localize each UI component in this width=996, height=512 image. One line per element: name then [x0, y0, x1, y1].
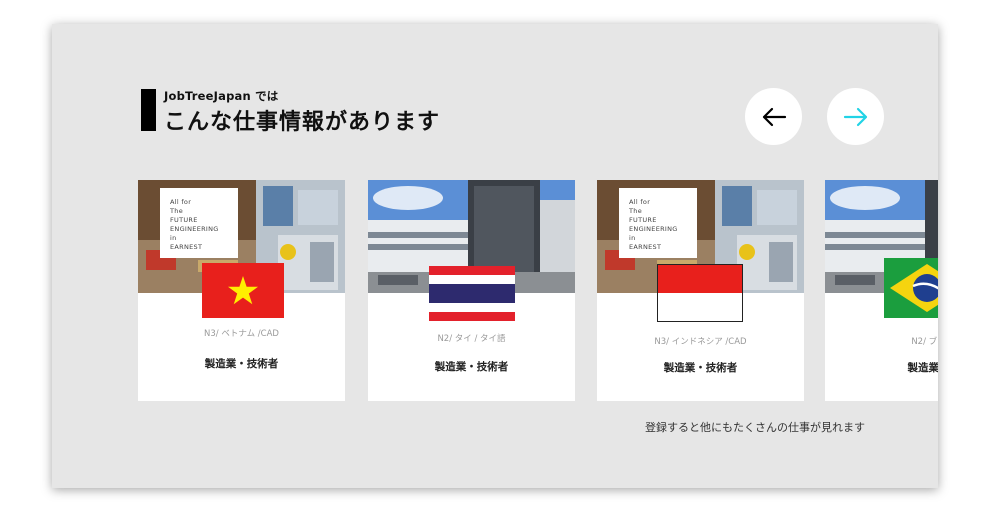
brazil-flag-icon — [884, 258, 938, 318]
section-title: こんな仕事情報があります — [164, 110, 441, 135]
job-card[interactable]: All for The FUTURE ENGINEERING in EARNES… — [597, 180, 804, 401]
arrow-left-icon — [762, 107, 786, 126]
job-card-meta: N3/ インドネシア /CAD — [654, 337, 747, 347]
jobs-carousel-panel: JobTreeJapan では こんな仕事情報があります All for The… — [52, 24, 938, 488]
job-card-meta: N3/ ベトナム /CAD — [204, 329, 279, 339]
poster-text-box: All for The FUTURE ENGINEERING in EARNES… — [619, 188, 697, 258]
section-subtitle: JobTreeJapan では — [164, 89, 279, 103]
title-accent-bar — [141, 89, 156, 131]
vietnam-flag-icon — [202, 263, 284, 318]
job-card-meta: N2/ ブラ — [911, 337, 938, 347]
job-card-title: 製造業・技術者 — [204, 358, 279, 370]
register-hint-text: 登録すると他にもたくさんの仕事が見れます — [645, 421, 865, 434]
job-card-title: 製造業・技術者 — [663, 362, 738, 374]
job-card-title: 製造業・技術者 — [434, 361, 509, 373]
job-card[interactable]: All for The FUTURE ENGINEERING in EARNES… — [138, 180, 345, 401]
arrow-right-icon — [843, 107, 867, 126]
job-card-meta: N2/ タイ / タイ語 — [437, 334, 506, 344]
thailand-flag-icon — [429, 266, 515, 321]
carousel-next-button[interactable] — [827, 88, 884, 145]
carousel-prev-button[interactable] — [745, 88, 802, 145]
job-card[interactable]: N2/ ブラ 製造業・ — [825, 180, 938, 401]
job-card[interactable]: N2/ タイ / タイ語 製造業・技術者 — [368, 180, 575, 401]
job-card-title: 製造業・ — [907, 362, 939, 374]
poster-text-box: All for The FUTURE ENGINEERING in EARNES… — [160, 188, 238, 258]
indonesia-flag-icon — [657, 264, 743, 322]
